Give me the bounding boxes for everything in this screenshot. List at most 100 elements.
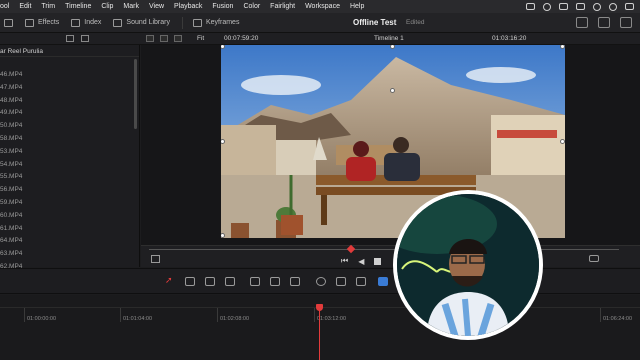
loop-icon[interactable]	[589, 255, 599, 262]
menu-item[interactable]: Fairlight	[270, 3, 295, 10]
index-label: Index	[84, 19, 102, 26]
transform-anchor[interactable]	[390, 88, 395, 93]
single-viewer-icon[interactable]	[146, 35, 154, 42]
media-pool-panel: ar Reel Purulia 46.MP4 47.MP4 48.MP4 49.MP4…	[0, 45, 140, 296]
project-title: Offline Test	[353, 18, 397, 27]
scrub-playhead[interactable]	[346, 244, 356, 254]
ruler-label: 01:01:04:00	[123, 316, 153, 322]
clip-list-item[interactable]: 49.MP4	[0, 107, 134, 120]
media-view-icons	[66, 35, 89, 42]
menu-item[interactable]: ool	[0, 3, 9, 10]
insert-clip-icon[interactable]	[250, 277, 260, 286]
selection-tool-icon[interactable]: ➚	[165, 275, 175, 285]
stop-icon[interactable]	[374, 257, 382, 265]
sound-library-icon	[113, 18, 123, 27]
dual-viewer-icon[interactable]	[160, 35, 168, 42]
clip-list-item[interactable]: 48.MP4	[0, 95, 134, 108]
ruler-tick	[600, 308, 601, 322]
play-reverse-icon[interactable]: ◀	[358, 257, 364, 266]
clip-list-item[interactable]: 50.MP4	[0, 120, 134, 133]
source-timecode: 00:07:59:20	[224, 35, 259, 42]
record-timecode: 01:03:16:20	[492, 35, 527, 42]
index-icon	[71, 18, 81, 27]
media-pool-scrollbar[interactable]	[134, 59, 137, 129]
battery-icon[interactable]	[576, 3, 585, 10]
clip-list-item[interactable]: 46.MP4	[0, 69, 134, 82]
keyframes-button[interactable]: Keyframes	[193, 18, 240, 27]
media-pool-button[interactable]	[4, 18, 13, 27]
dynamic-trim-icon[interactable]	[205, 277, 215, 286]
sort-icon[interactable]	[81, 35, 89, 42]
blade-tool-icon[interactable]	[225, 277, 235, 286]
notification-icon[interactable]	[543, 2, 551, 11]
transform-handle-right[interactable]	[560, 139, 565, 144]
control-center-icon[interactable]	[625, 3, 634, 10]
clip-list-item[interactable]: 59.MP4	[0, 197, 134, 210]
ruler-label: 01:02:08:00	[220, 316, 250, 322]
menu-item[interactable]: Color	[243, 3, 260, 10]
display-icon[interactable]	[559, 3, 568, 10]
media-pool-icon	[4, 18, 13, 27]
clip-list-item[interactable]: 55.MP4	[0, 171, 134, 184]
menu-bar: ool Edit Trim Timeline Clip Mark View Playback F…	[0, 0, 640, 13]
viewer-header: Fit 00:07:59:20 Timeline 1 01:03:16:20	[0, 33, 640, 45]
lock-icon[interactable]	[356, 277, 366, 286]
linked-selection-icon[interactable]	[336, 277, 346, 286]
clip-list-item[interactable]: 53.MP4	[0, 146, 134, 159]
menu-item[interactable]: View	[149, 3, 164, 10]
clip-list-item[interactable]: 60.MP4	[0, 210, 134, 223]
menu-item[interactable]: Mark	[123, 3, 139, 10]
overwrite-clip-icon[interactable]	[270, 277, 280, 286]
metadata-icon[interactable]	[598, 17, 610, 28]
timeline-selector[interactable]: Timeline 1	[374, 35, 404, 42]
clip-list-item[interactable]: 61.MP4	[0, 223, 134, 236]
playhead-handle[interactable]	[316, 304, 323, 311]
wifi-icon[interactable]	[593, 2, 601, 11]
replace-clip-icon[interactable]	[290, 277, 300, 286]
mixer-icon[interactable]	[620, 17, 632, 28]
ruler-tick	[120, 308, 121, 322]
sound-library-button[interactable]: Sound Library	[113, 18, 170, 27]
timeline-panel[interactable]: 01:00:00:00 01:01:04:00 01:02:08:00 01:0…	[0, 295, 640, 360]
clip-list-item[interactable]: 47.MP4	[0, 82, 134, 95]
menu-item[interactable]: Timeline	[65, 3, 91, 10]
menu-item[interactable]: Fusion	[212, 3, 233, 10]
bin-name[interactable]: ar Reel Purulia	[0, 45, 139, 57]
menu-item[interactable]: Clip	[101, 3, 113, 10]
zoom-fit-select[interactable]: Fit	[197, 35, 204, 42]
screen-record-icon[interactable]	[526, 3, 535, 10]
search-icon[interactable]	[66, 35, 74, 42]
ruler-tick	[217, 308, 218, 322]
clip-list-item[interactable]: 58.MP4	[0, 133, 134, 146]
keyframes-label: Keyframes	[206, 19, 240, 26]
webcam-overlay	[393, 190, 543, 340]
clip-list-item[interactable]: 64.MP4	[0, 235, 134, 248]
effects-icon	[25, 18, 34, 27]
index-button[interactable]: Index	[71, 18, 102, 27]
menu-item[interactable]: Help	[350, 3, 364, 10]
menu-item[interactable]: Trim	[41, 3, 55, 10]
search-icon[interactable]	[609, 2, 617, 11]
transform-overlay-icon[interactable]	[151, 255, 160, 263]
skip-back-icon[interactable]: ⏮	[341, 256, 348, 266]
effects-button[interactable]: Effects	[25, 18, 60, 27]
ruler-label: 01:03:12:00	[317, 316, 347, 322]
scrub-bar[interactable]	[149, 249, 619, 250]
ruler-tick	[314, 308, 315, 322]
flag-icon[interactable]	[378, 277, 388, 286]
trim-tool-icon[interactable]	[185, 277, 195, 286]
timeline-viewer[interactable]	[141, 45, 640, 245]
snapping-icon[interactable]	[316, 277, 326, 286]
clip-list-item[interactable]: 56.MP4	[0, 184, 134, 197]
menu-item[interactable]: Workspace	[305, 3, 340, 10]
presenter-image	[397, 194, 539, 336]
menu-items: ool Edit Trim Timeline Clip Mark View Playback F…	[0, 3, 374, 10]
menu-item[interactable]: Edit	[19, 3, 31, 10]
clip-list-item[interactable]: 63.MP4	[0, 248, 134, 261]
inspector-icon[interactable]	[576, 17, 588, 28]
clip-list-item[interactable]: 54.MP4	[0, 159, 134, 172]
menu-item[interactable]: Playback	[174, 3, 202, 10]
timeline-playhead[interactable]	[319, 307, 320, 360]
effects-label: Effects	[38, 19, 60, 26]
cinema-viewer-icon[interactable]	[174, 35, 182, 42]
